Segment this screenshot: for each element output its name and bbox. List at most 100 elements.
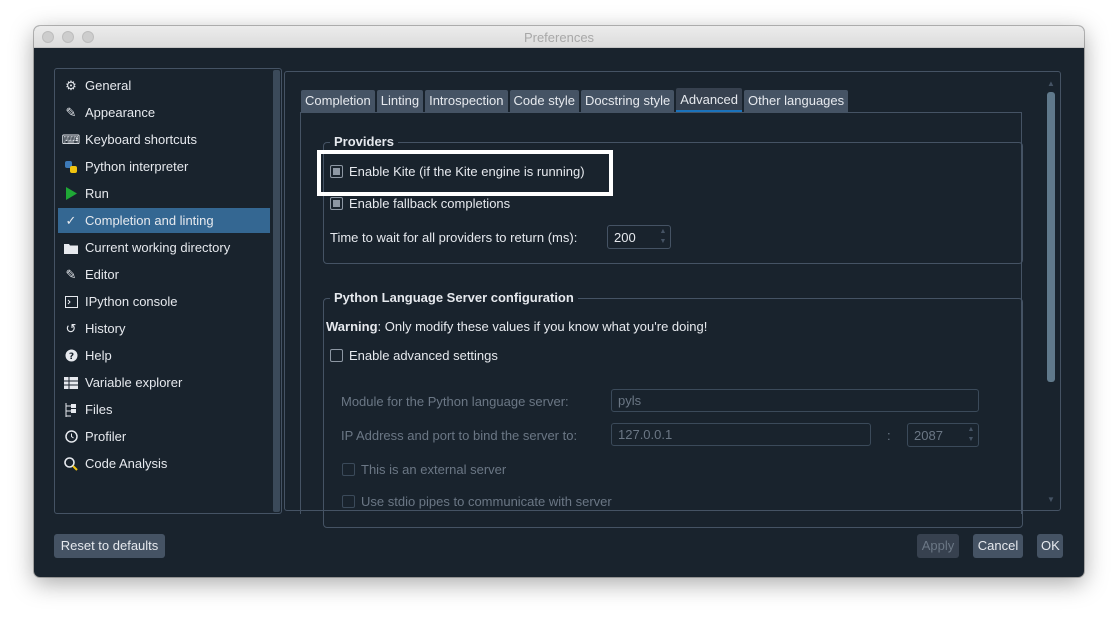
checkbox-box[interactable] [342,495,355,508]
spin-down-icon[interactable]: ▼ [657,237,669,247]
spin-up-icon[interactable]: ▲ [657,227,669,237]
title-bar: Preferences [34,26,1084,48]
stdio-pipes-label: Use stdio pipes to communicate with serv… [361,494,612,509]
sidebar-scrollbar[interactable] [273,70,280,512]
warning-text: : Only modify these values if you know w… [377,319,708,334]
enable-kite-checkbox[interactable]: Enable Kite (if the Kite engine is runni… [330,164,585,179]
history-icon: ↺ [65,321,77,336]
port-value: 2087 [914,427,943,443]
sidebar-item-label: Help [85,348,112,363]
sidebar-item-label: Code Analysis [85,456,168,471]
enable-advanced-label: Enable advanced settings [349,348,498,363]
enable-fallback-checkbox[interactable]: Enable fallback completions [330,196,510,211]
sidebar-item-variable-explorer[interactable]: Variable explorer [58,370,270,395]
enable-advanced-checkbox[interactable]: Enable advanced settings [330,348,498,363]
help-icon: ? [63,348,79,364]
module-field[interactable]: pyls [611,389,979,412]
tab-advanced[interactable]: Advanced [676,88,743,112]
sidebar-item-appearance[interactable]: ✎ Appearance [58,100,270,125]
wait-time-spinbox[interactable]: 200 ▲ ▼ [607,225,671,249]
sidebar-item-history[interactable]: ↺ History [58,316,270,341]
sidebar-item-editor[interactable]: ✎ Editor [58,262,270,287]
tab-completion[interactable]: Completion [301,90,375,112]
ok-button[interactable]: OK [1037,534,1063,558]
spin-up-icon[interactable]: ▲ [965,425,977,435]
pls-warning: Warning: Only modify these values if you… [326,319,707,334]
preferences-window: Preferences ⚙ General ✎ Appearance ⌨ Key… [34,26,1084,577]
pls-group-title: Python Language Server configuration [330,290,578,305]
tab-linting[interactable]: Linting [376,90,424,112]
sidebar-item-profiler[interactable]: Profiler [58,424,270,449]
checkbox-box[interactable] [330,349,343,362]
table-icon [63,375,79,391]
keyboard-icon: ⌨ [61,132,81,147]
external-server-checkbox[interactable]: This is an external server [342,462,506,477]
sidebar-item-label: Completion and linting [85,213,214,228]
sidebar-item-code-analysis[interactable]: Code Analysis [58,451,270,476]
tab-docstring-style[interactable]: Docstring style [580,90,675,112]
sidebar-item-run[interactable]: Run [58,181,270,206]
play-icon [63,186,79,202]
sidebar-item-current-working-directory[interactable]: Current working directory [58,235,270,260]
spin-buttons[interactable]: ▲ ▼ [657,227,669,247]
module-label: Module for the Python language server: [341,394,569,409]
sidebar-item-python-interpreter[interactable]: Python interpreter [58,154,270,179]
sidebar-item-label: Keyboard shortcuts [85,132,198,147]
sidebar-item-label: Run [85,186,109,201]
advanced-tab-page: Providers Enable Kite (if the Kite engin… [300,112,1023,528]
sidebar-item-label: History [85,321,126,336]
sidebar-item-label: Current working directory [85,240,231,255]
clock-icon [63,429,79,445]
tab-introspection[interactable]: Introspection [425,90,508,112]
ip-address-field[interactable]: 127.0.0.1 [611,423,871,446]
content-scrollbar[interactable]: ▲ ▼ [1045,80,1057,505]
sidebar-item-label: Editor [85,267,119,282]
sidebar-item-help[interactable]: ? Help [58,343,270,368]
scroll-up-icon[interactable]: ▲ [1047,80,1055,88]
edit-icon: ✎ [65,267,77,282]
files-icon [63,402,79,418]
tab-other-languages[interactable]: Other languages [744,90,849,112]
cancel-button[interactable]: Cancel [973,534,1023,558]
tab-code-style[interactable]: Code style [509,90,579,112]
window-title: Preferences [523,30,595,45]
stdio-pipes-checkbox[interactable]: Use stdio pipes to communicate with serv… [342,494,612,509]
sidebar-item-ipython-console[interactable]: IPython console [58,289,270,314]
wait-time-label: Time to wait for all providers to return… [330,230,578,245]
sidebar-item-general[interactable]: ⚙ General [58,73,270,98]
checkbox-box[interactable] [342,463,355,476]
tab-bar: Completion Linting Introspection Code st… [301,88,850,112]
sidebar-item-keyboard-shortcuts[interactable]: ⌨ Keyboard shortcuts [58,127,270,152]
ip-label: IP Address and port to bind the server t… [341,428,578,443]
terminal-icon [63,294,79,310]
external-server-label: This is an external server [361,462,507,477]
paintbrush-icon: ✎ [65,105,77,120]
port-spinbox[interactable]: 2087 ▲ ▼ [907,423,979,447]
scroll-down-icon[interactable]: ▼ [1047,496,1055,504]
spin-buttons[interactable]: ▲ ▼ [965,425,977,445]
warning-bold: Warning [326,319,378,334]
enable-fallback-label: Enable fallback completions [349,196,511,211]
svg-text:?: ? [68,352,73,362]
preferences-sidebar: ⚙ General ✎ Appearance ⌨ Keyboard shortc… [54,68,282,514]
sidebar-item-files[interactable]: Files [58,397,270,422]
sidebar-item-label: Appearance [85,105,156,120]
checkbox-box[interactable] [330,197,343,210]
sidebar-item-label: Variable explorer [85,375,183,390]
sidebar-item-completion-and-linting[interactable]: ✓ Completion and linting [58,208,270,233]
gears-icon: ⚙ [65,78,77,93]
scroll-thumb[interactable] [1047,92,1055,382]
providers-group-title: Providers [330,134,398,149]
enable-kite-label: Enable Kite (if the Kite engine is runni… [349,164,585,179]
python-icon [63,159,79,175]
spin-down-icon[interactable]: ▼ [965,435,977,445]
checkbox-box[interactable] [330,165,343,178]
preferences-content-panel: Completion Linting Introspection Code st… [284,71,1061,528]
apply-button[interactable]: Apply [917,534,959,558]
reset-to-defaults-button[interactable]: Reset to defaults [54,534,165,558]
sidebar-item-label: IPython console [85,294,178,309]
sidebar-item-label: General [85,78,132,93]
wait-time-value: 200 [614,229,636,245]
sidebar-item-label: Files [85,402,113,417]
port-separator: : [887,428,891,443]
